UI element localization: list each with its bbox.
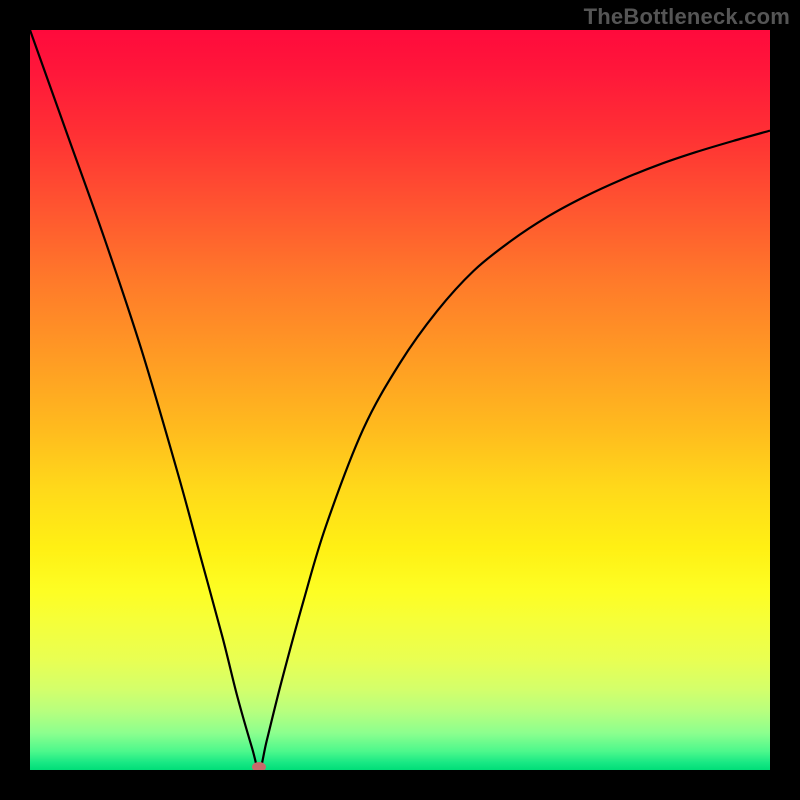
watermark-text: TheBottleneck.com — [584, 4, 790, 30]
minimum-marker — [252, 762, 266, 770]
curve-path — [30, 30, 770, 770]
plot-area — [30, 30, 770, 770]
chart-frame: TheBottleneck.com — [0, 0, 800, 800]
curve-svg — [30, 30, 770, 770]
